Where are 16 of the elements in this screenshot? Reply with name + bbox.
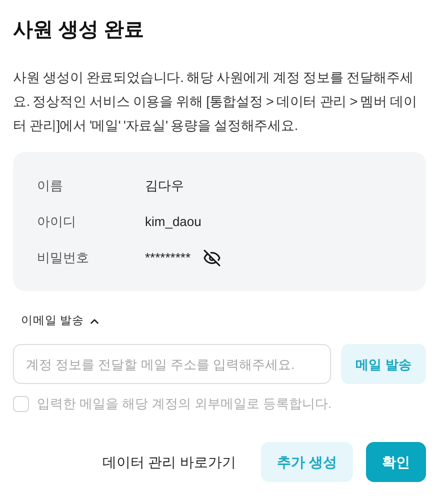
email-section-toggle[interactable]: 이메일 발송 (21, 313, 102, 330)
info-value: ********* (145, 248, 191, 267)
info-value: 김다우 (145, 176, 184, 195)
info-label: 아이디 (37, 212, 77, 231)
add-more-button[interactable]: 추가 생성 (261, 442, 353, 482)
send-email-button[interactable]: 메일 발송 (341, 344, 426, 384)
dialog-title: 사원 생성 완료 (13, 18, 146, 43)
info-label: 비밀번호 (37, 248, 90, 267)
checkbox[interactable] (13, 396, 29, 412)
confirm-button[interactable]: 확인 (366, 442, 426, 482)
info-value: kim_daou (145, 212, 202, 231)
eye-slash-icon[interactable] (202, 248, 221, 266)
description-text: 사원 생성이 완료되었습니다. 해당 사원에게 계정 정보를 전달해주세요. 정상적인 서비스 이용을 위해 [통합설정 > 데이터 관리 > 멤버 데이터 관리]에서 '메일' '자료실' 용량을 설정해주세요. (13, 69, 418, 135)
checkbox-label: 입력한 메일을 해당 계정의 외부메일로 등록합니다. (37, 395, 332, 414)
email-field[interactable]: 계정 정보를 전달할 메일 주소를 입력해주세요. (13, 344, 331, 384)
info-label: 이름 (37, 176, 64, 195)
